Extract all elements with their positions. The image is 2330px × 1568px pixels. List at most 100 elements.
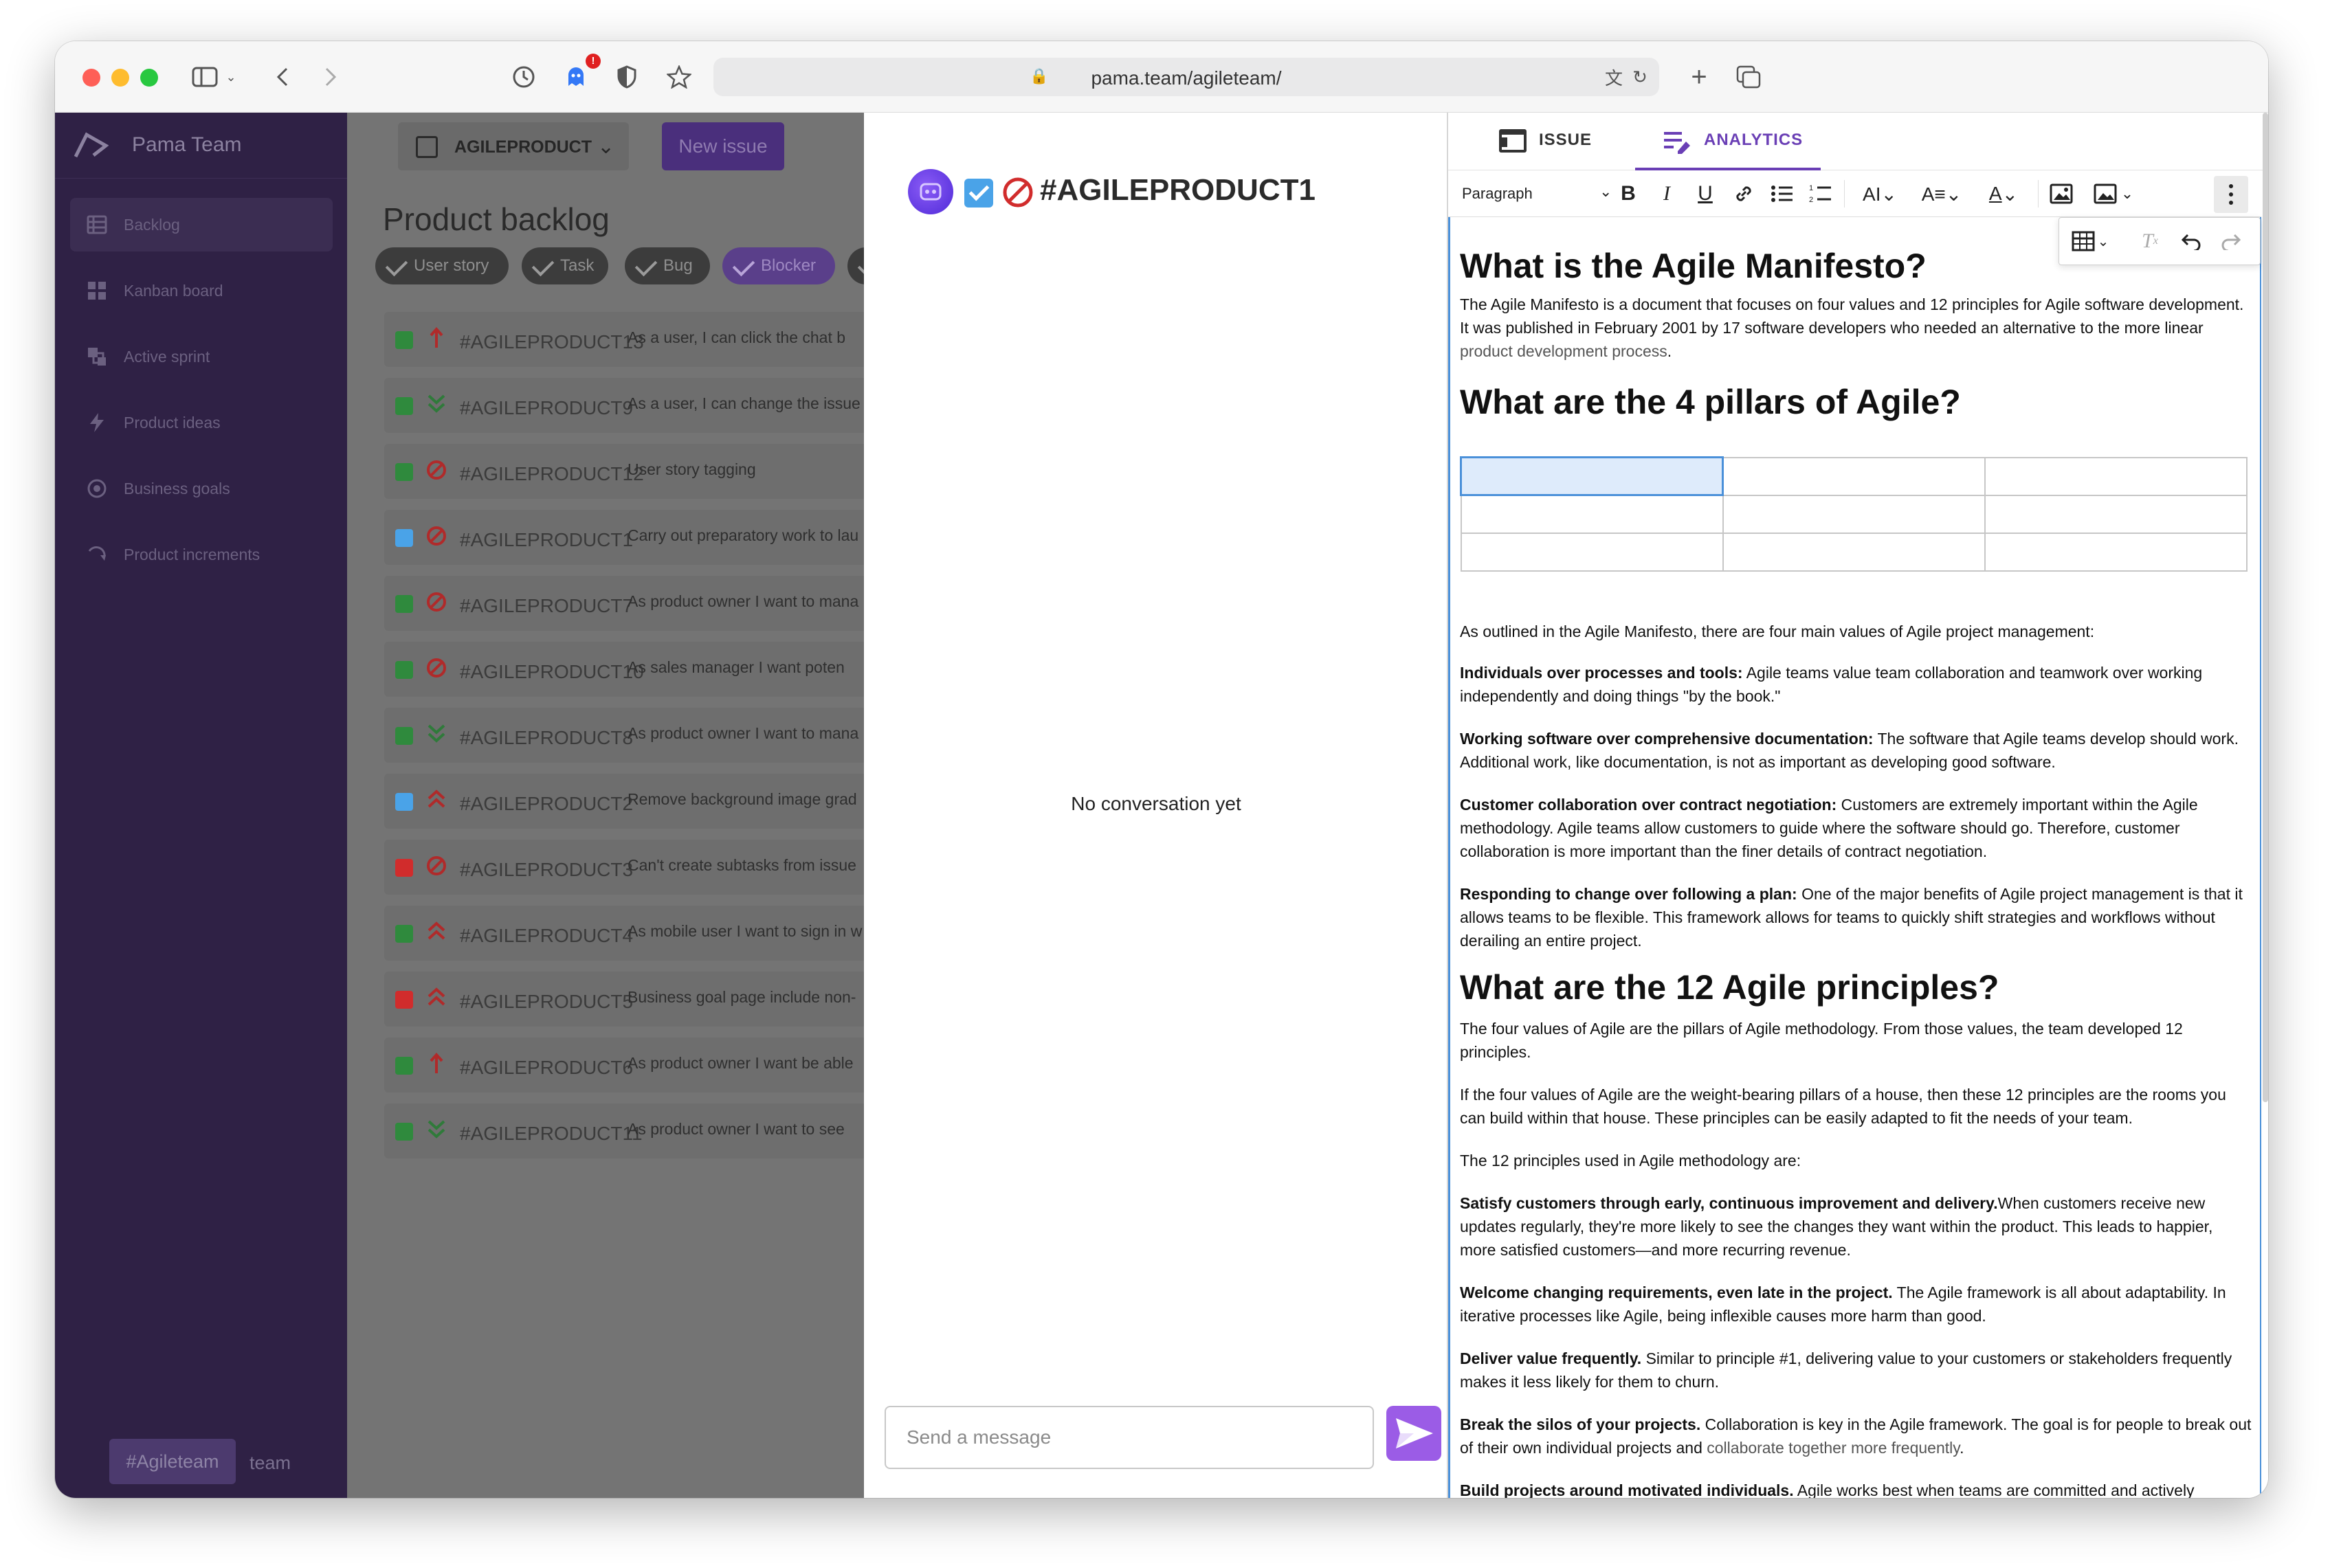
story-type-icon [395,595,413,613]
sidebar-item-kanban-board[interactable]: Kanban board [70,264,333,317]
table-cell[interactable] [1460,532,1724,572]
bug-type-icon [395,859,413,877]
sidebar-toggle-icon[interactable] [190,62,220,92]
sidebar-item-product-increments[interactable]: Product increments [70,528,333,581]
maximize-window-button[interactable] [140,69,158,87]
issue-key[interactable]: #AGILEPRODUCT5 [460,991,633,1013]
table-cell[interactable] [1984,494,2248,534]
table-row[interactable]: #AGILEPRODUCT1 Carry out preparatory work… [384,510,864,565]
issue-key[interactable]: #AGILEPRODUCT7 [460,595,633,617]
table-cell[interactable] [1722,456,1986,496]
link-icon[interactable] [1729,179,1759,209]
project-selector[interactable]: AGILEPRODUCT ⌄ [398,122,629,170]
ghostery-extension-icon[interactable] [561,62,591,92]
undo-icon[interactable] [2176,226,2206,256]
sidebar-item-business-goals[interactable]: Business goals [70,462,333,515]
filter-chip-user-story[interactable]: User story [375,247,509,284]
bookmark-star-icon[interactable] [664,62,694,92]
content-table[interactable] [1459,456,2248,572]
sidebar-item-product-ideas[interactable]: Product ideas [70,396,333,449]
issue-key[interactable]: #AGILEPRODUCT2 [460,793,633,815]
forward-icon[interactable] [320,62,341,92]
table-row[interactable]: #AGILEPRODUCT11 As product owner I want t… [384,1104,864,1158]
bold-icon[interactable]: B [1613,179,1643,209]
tab-issue[interactable]: ISSUE [1470,113,1628,170]
table-row[interactable]: #AGILEPRODUCT13 As a user, I can click th… [384,312,864,367]
sidebar-header: Pama Team [55,113,347,179]
clear-formatting-icon[interactable]: Tx [2135,226,2165,256]
block-style-dropdown[interactable]: Paragraph ⌄ [1462,179,1612,209]
table-cell[interactable] [1459,456,1724,496]
font-color-icon[interactable]: A ⌄ [1977,179,2030,209]
issue-key[interactable]: #AGILEPRODUCT6 [460,1057,633,1079]
history-icon[interactable] [509,62,539,92]
issue-key[interactable]: #AGILEPRODUCT8 [460,727,633,749]
table-options-icon[interactable]: ⌄ [2066,226,2114,256]
table-row[interactable]: #AGILEPRODUCT2 Remove background image gr… [384,774,864,829]
underline-icon[interactable]: U [1690,179,1720,209]
new-issue-button[interactable]: New issue [662,122,784,170]
message-input[interactable] [885,1406,1374,1469]
table-row[interactable]: #AGILEPRODUCT9 As a user, I can change th… [384,378,864,433]
table-cell[interactable] [1460,494,1724,534]
story-type-icon [395,397,413,415]
more-options-button[interactable] [2214,176,2248,213]
redo-icon[interactable] [2216,226,2246,256]
document-content[interactable]: What is the Agile Manifesto? The Agile M… [1448,217,2261,1498]
new-tab-icon[interactable]: + [1684,62,1714,92]
sidebar-item-backlog[interactable]: Backlog [70,198,333,251]
editor-scrollbar[interactable] [2263,113,2268,1102]
filter-chip-task[interactable]: Task [522,247,608,284]
toolbar-separator [2038,180,2039,208]
kanban-icon [88,282,106,300]
issue-key[interactable]: #AGILEPRODUCT13 [460,331,644,353]
sidebar-item-active-sprint[interactable]: Active sprint [70,330,333,383]
filter-chip-more[interactable] [847,247,864,284]
table-row[interactable]: #AGILEPRODUCT8 As product owner I want to… [384,708,864,763]
priority-highest-icon [428,789,445,808]
filter-chip-blocker[interactable]: Blocker [722,247,835,284]
issue-key[interactable]: #AGILEPRODUCT12 [460,463,644,485]
inline-link[interactable]: product development process [1460,342,1667,360]
send-button[interactable] [1386,1406,1441,1461]
tab-overview-icon[interactable] [1733,62,1764,92]
insert-media-icon[interactable]: ⌄ [2087,179,2140,209]
issue-key[interactable]: #AGILEPRODUCT4 [460,925,633,947]
minimize-window-button[interactable] [111,69,129,87]
back-icon[interactable] [272,62,293,92]
tab-analytics[interactable]: ANALYTICS [1635,113,1821,170]
font-size-icon[interactable]: AI⌄ [1854,179,1906,209]
numbered-list-icon[interactable]: 12 [1806,179,1836,209]
table-cell[interactable] [1984,456,2248,496]
table-row[interactable]: #AGILEPRODUCT4 As mobile user I want to s… [384,906,864,961]
priority-lowest-icon [428,724,445,743]
table-cell[interactable] [1722,494,1986,534]
table-row[interactable]: #AGILEPRODUCT7 As product owner I want to… [384,576,864,631]
italic-icon[interactable]: I [1652,179,1682,209]
issue-key[interactable]: #AGILEPRODUCT10 [460,661,644,683]
issue-key[interactable]: #AGILEPRODUCT9 [460,397,633,419]
table-row[interactable]: #AGILEPRODUCT5 Business goal page include… [384,972,864,1027]
table-row[interactable]: #AGILEPRODUCT6 As product owner I want be… [384,1038,864,1093]
issue-key[interactable]: #AGILEPRODUCT11 [460,1123,643,1145]
table-cell[interactable] [1984,532,2248,572]
inline-link[interactable]: collaborate together more frequently [1707,1439,1960,1457]
close-window-button[interactable] [82,69,100,87]
font-family-icon[interactable]: A≡⌄ [1916,179,1968,209]
shield-icon[interactable] [612,62,642,92]
chevron-down-icon[interactable]: ⌄ [224,62,238,92]
translate-icon[interactable]: 文 [1600,62,1628,92]
table-cell[interactable] [1722,532,1986,572]
bulleted-list-icon[interactable] [1767,179,1797,209]
filter-chip-bug[interactable]: Bug [625,247,710,284]
insert-image-icon[interactable] [2046,179,2076,209]
issue-key[interactable]: #AGILEPRODUCT3 [460,859,633,881]
table-row[interactable]: #AGILEPRODUCT10 As sales manager I want p… [384,642,864,697]
table-row[interactable]: #AGILEPRODUCT3 Can't create subtasks from… [384,840,864,895]
table-row[interactable]: #AGILEPRODUCT12 User story tagging [384,444,864,499]
issue-key[interactable]: #AGILEPRODUCT1 [460,529,633,551]
paragraph-value-3: Customer collaboration over contract neg… [1460,796,2198,860]
team-badge[interactable]: #Agileteam [109,1439,236,1484]
address-bar[interactable]: 🔒 pama.team/agileteam/ 文 ↻ [713,58,1659,96]
reload-icon[interactable]: ↻ [1628,62,1652,92]
